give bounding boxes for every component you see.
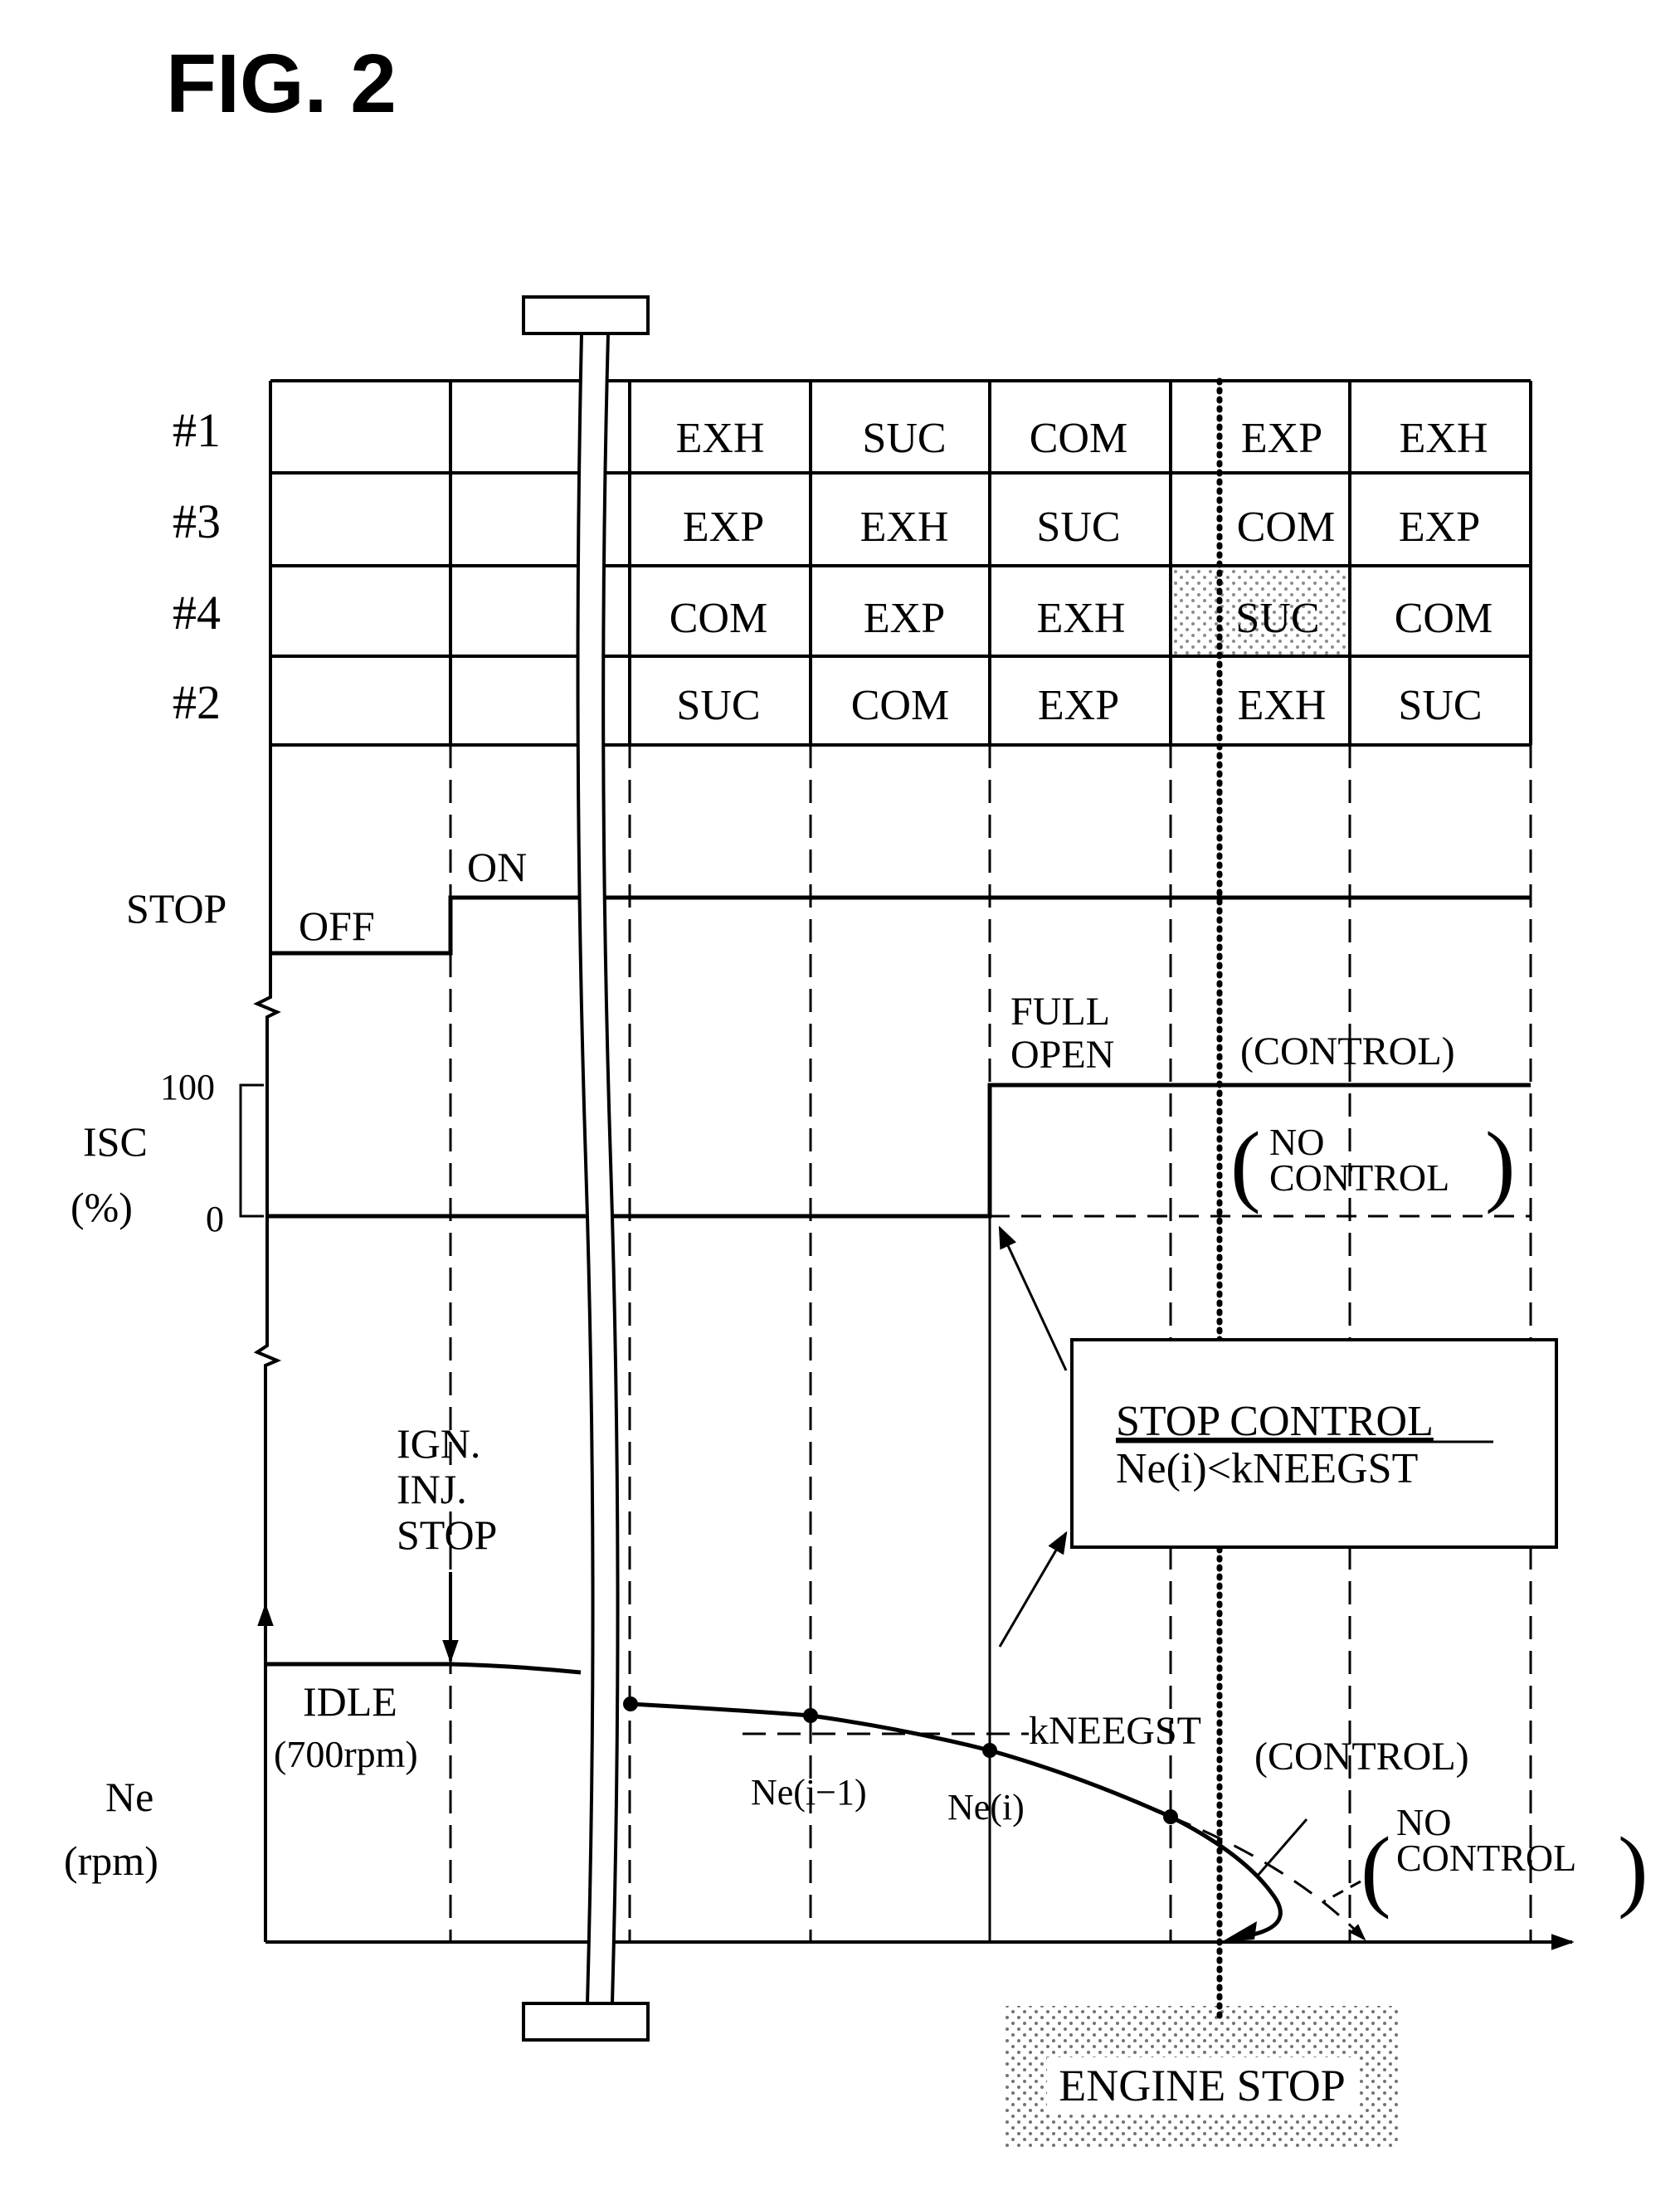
isc-control-label: (CONTROL): [1240, 1029, 1455, 1073]
cell: COM: [1395, 595, 1493, 642]
isc-scale-bracket: [239, 1083, 264, 1218]
ne-curve-no-control: [1170, 1815, 1366, 1941]
cylinder-row-labels: #1 #3 #4 #2: [173, 403, 221, 729]
cell: EXH: [1037, 595, 1126, 642]
cell: COM: [670, 595, 767, 642]
event-label-3: STOP: [397, 1511, 497, 1558]
ne-no-control-leader: [1323, 1880, 1361, 1903]
break-cap-top: [522, 295, 650, 335]
cell: EXP: [864, 595, 945, 642]
threshold-label: kNEEGST: [1029, 1709, 1201, 1753]
cell: EXH: [860, 504, 949, 551]
idle-label: IDLE: [303, 1678, 397, 1725]
isc-tick-100: 100: [160, 1067, 215, 1107]
break-band: [576, 332, 620, 2005]
row-label-2: #2: [173, 675, 221, 729]
sample-point: [1163, 1809, 1178, 1824]
isc-unit: (%): [71, 1184, 133, 1230]
stop-on-label: ON: [467, 844, 527, 890]
cell: SUC: [862, 415, 946, 462]
full-open-label-1: FULL: [1010, 990, 1110, 1034]
cell: SUC: [676, 682, 760, 729]
box-arrow-to-isc: [998, 1225, 1068, 1371]
ne-curve-control-arrowhead: [1221, 1921, 1257, 1942]
cell: COM: [1237, 504, 1335, 551]
ne-no-control-label-2: CONTROL: [1396, 1837, 1576, 1879]
event-label-1: IGN.: [397, 1420, 480, 1467]
ne-i-label: Ne(i): [947, 1787, 1025, 1828]
sample-point: [623, 1696, 638, 1711]
isc-label: ISC: [83, 1118, 148, 1165]
ne-i-minus-1-label: Ne(i−1): [751, 1772, 867, 1813]
cylinder-table-grid: [269, 379, 1532, 953]
ne-control-label: (CONTROL): [1254, 1735, 1469, 1779]
cell: SUC: [1036, 504, 1120, 551]
full-open-label-2: OPEN: [1010, 1033, 1114, 1077]
cell: EXP: [683, 504, 764, 551]
row-label-4: #4: [173, 586, 221, 640]
ne-no-control-open-paren: (: [1361, 1818, 1391, 1920]
cell: EXH: [676, 415, 765, 462]
ne-label: Ne: [105, 1774, 153, 1820]
cell: SUC: [1235, 595, 1319, 642]
ne-no-control-close-paren: ): [1618, 1818, 1648, 1920]
isc-tick-0: 0: [206, 1199, 224, 1239]
event-label-2: INJ.: [397, 1466, 467, 1512]
cylinder-table-cells: EXH SUC COM EXP EXH EXP EXH SUC COM EXP …: [670, 415, 1493, 729]
stop-control-title: STOP CONTROL: [1116, 1398, 1434, 1445]
stop-off-label: OFF: [299, 903, 375, 949]
break-cap-bottom: [522, 2002, 650, 2042]
cell: COM: [1030, 415, 1127, 462]
idle-value: (700rpm): [274, 1733, 418, 1775]
stop-signal-trace: [270, 895, 1531, 956]
isc-no-control-open-paren: (: [1230, 1113, 1261, 1214]
isc-no-control-close-paren: ): [1485, 1113, 1516, 1214]
figure-title: FIG. 2: [166, 37, 397, 130]
sample-point-ne-i-minus-1: [803, 1708, 818, 1723]
left-axis-lower-break: [253, 1216, 282, 1942]
row-label-3: #3: [173, 494, 221, 548]
isc-no-control-label-2: CONTROL: [1269, 1156, 1449, 1199]
cell: EXH: [1400, 415, 1488, 462]
cell: EXP: [1038, 682, 1119, 729]
box-arrow-to-ne: [998, 1531, 1068, 1648]
cell: EXH: [1238, 682, 1327, 729]
cell: EXP: [1241, 415, 1322, 462]
stop-signal-label: STOP: [126, 885, 226, 932]
row-label-1: #1: [173, 403, 221, 457]
cell: SUC: [1398, 682, 1482, 729]
ne-unit: (rpm): [64, 1838, 158, 1884]
cell: EXP: [1399, 504, 1480, 551]
ne-control-leader: [1255, 1818, 1308, 1877]
engine-stop-label: ENGINE STOP: [1059, 2061, 1346, 2110]
cell: COM: [851, 682, 949, 729]
timing-diagram: FIG. 2 #1 #3 #4 #2 EXH SUC COM EXP EXH E…: [64, 37, 1648, 2147]
sample-point-ne-i: [982, 1743, 997, 1758]
stop-control-condition: Ne(i)<kNEEGST: [1116, 1445, 1418, 1492]
